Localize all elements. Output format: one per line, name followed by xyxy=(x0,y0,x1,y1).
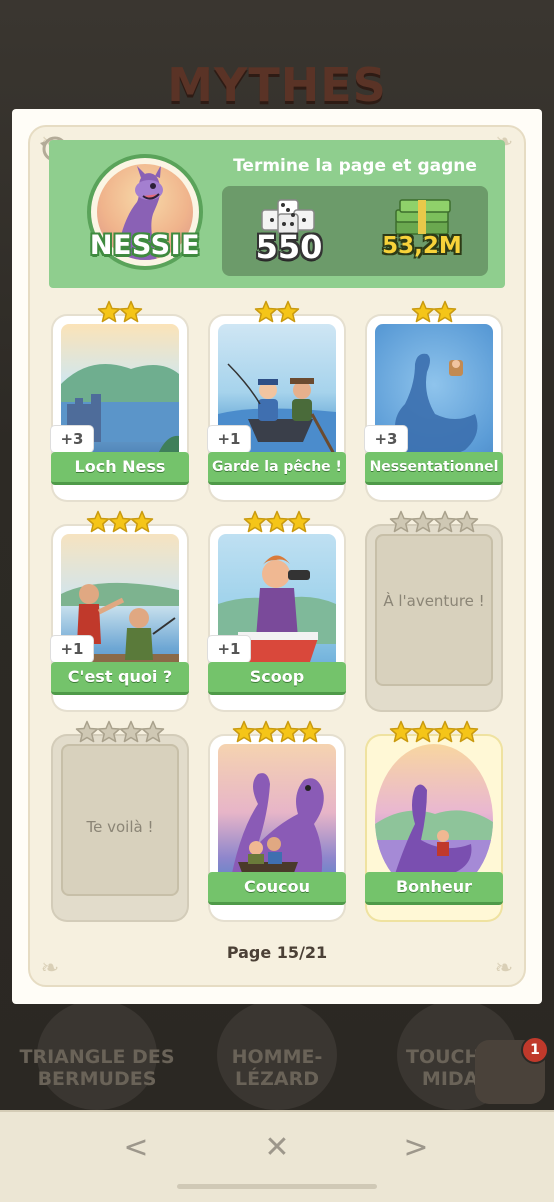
sticker-garde-la-peche[interactable]: +1 Garde la pêche ! xyxy=(208,300,346,502)
notification-badge: 1 xyxy=(521,1036,549,1064)
star-icon xyxy=(276,720,300,743)
rarity-stars xyxy=(367,510,501,536)
sticker-label: Nessentationnel xyxy=(365,452,503,485)
sticker-te-voila[interactable]: Te voilà ! xyxy=(53,720,187,922)
star-icon xyxy=(389,720,413,743)
star-icon xyxy=(411,510,435,533)
dice-reward: 550 xyxy=(255,228,323,266)
rarity-stars xyxy=(367,300,501,326)
star-icon xyxy=(287,510,311,533)
star-icon xyxy=(265,510,289,533)
star-icon xyxy=(97,720,121,743)
sticker-label: Scoop xyxy=(208,662,346,695)
star-icon xyxy=(389,510,413,533)
star-icon xyxy=(276,300,300,323)
sticker-label: Bonheur xyxy=(365,872,503,905)
star-icon xyxy=(86,510,110,533)
rarity-stars xyxy=(367,720,501,746)
star-icon xyxy=(108,510,132,533)
rarity-stars xyxy=(53,510,187,536)
duplicate-count: +3 xyxy=(51,426,93,452)
album-homme-lezard[interactable]: HOMME-LÉZARD xyxy=(192,1000,362,1110)
cash-icon xyxy=(395,199,451,235)
duplicate-count: +1 xyxy=(51,636,93,662)
locked-sticker-name: Te voilà ! xyxy=(86,818,154,836)
star-icon xyxy=(119,300,143,323)
reward-title: Termine la page et gagne xyxy=(233,156,477,176)
rarity-stars xyxy=(53,300,187,326)
sticker-label: Garde la pêche ! xyxy=(208,452,346,485)
sticker-bonheur[interactable]: Bonheur xyxy=(365,720,503,922)
chevron-left-icon[interactable]: < xyxy=(116,1128,156,1168)
rarity-stars xyxy=(210,510,344,536)
star-icon xyxy=(433,300,457,323)
sticker-a-l-aventure[interactable]: À l'aventure ! xyxy=(367,510,501,712)
sticker-label: Loch Ness xyxy=(51,452,189,485)
sticker-coucou[interactable]: Coucou xyxy=(208,720,346,922)
sticker-cest-quoi[interactable]: +1 C'est quoi ? xyxy=(51,510,189,712)
sticker-loch-ness[interactable]: +3 Loch Ness xyxy=(51,300,189,502)
rarity-stars xyxy=(210,720,344,746)
rarity-stars xyxy=(210,300,344,326)
sticker-label: Coucou xyxy=(208,872,346,905)
sticker-scoop[interactable]: +1 Scoop xyxy=(208,510,346,712)
locked-sticker-name: À l'aventure ! xyxy=(383,592,485,610)
home-indicator xyxy=(177,1184,377,1189)
duplicate-count: +1 xyxy=(208,426,250,452)
star-icon xyxy=(97,300,121,323)
star-icon xyxy=(433,720,457,743)
star-icon xyxy=(141,720,165,743)
star-icon xyxy=(298,720,322,743)
star-icon xyxy=(433,510,457,533)
album-label: HOMME-LÉZARD xyxy=(231,1046,323,1090)
gift-button[interactable]: 1 xyxy=(475,1036,549,1104)
set-name: NESSIE xyxy=(89,230,201,261)
star-icon xyxy=(411,300,435,323)
album-triangle[interactable]: TRIANGLE DES BERMUDES xyxy=(12,1000,182,1110)
star-icon xyxy=(232,720,256,743)
cash-reward: 53,2M xyxy=(382,233,462,259)
star-icon xyxy=(455,720,479,743)
star-icon xyxy=(119,720,143,743)
star-icon xyxy=(411,720,435,743)
star-icon xyxy=(254,300,278,323)
album-title: MYTHES xyxy=(167,58,387,112)
close-icon[interactable]: ✕ xyxy=(257,1128,297,1168)
star-icon xyxy=(455,510,479,533)
star-icon xyxy=(254,720,278,743)
album-label: TRIANGLE DES BERMUDES xyxy=(19,1046,175,1090)
rarity-stars xyxy=(53,720,187,746)
duplicate-count: +1 xyxy=(208,636,250,662)
sticker-nessentationnel[interactable]: +3 Nessentationnel xyxy=(365,300,503,502)
page-indicator: Page 15/21 xyxy=(226,943,328,962)
star-icon xyxy=(75,720,99,743)
star-icon xyxy=(243,510,267,533)
sticker-label: C'est quoi ? xyxy=(51,662,189,695)
star-icon xyxy=(130,510,154,533)
chevron-right-icon[interactable]: > xyxy=(396,1128,436,1168)
duplicate-count: +3 xyxy=(365,426,407,452)
